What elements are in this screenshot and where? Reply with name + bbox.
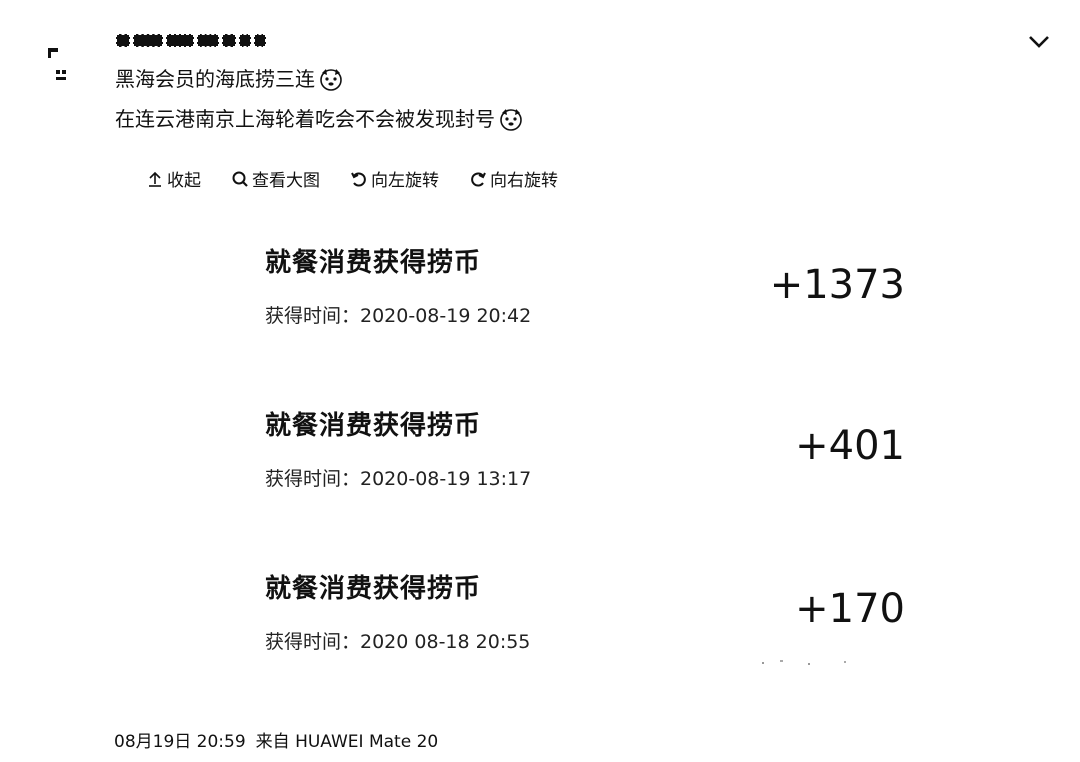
- image-toolbar: 收起 查看大图 向左旋转 向右旋转: [146, 166, 588, 191]
- collapse-button[interactable]: 收起: [146, 166, 201, 191]
- post-source: 来自 HUAWEI Mate 20: [255, 732, 439, 752]
- record-amount: +1373: [769, 262, 905, 308]
- post-text: 在连云港南京上海轮着吃会不会被发现封号: [115, 107, 495, 131]
- scan-noise: [762, 660, 846, 665]
- rotate-left-label: 向左旋转: [371, 171, 439, 191]
- points-record: 就餐消费获得捞币 获得时间：2020 08-18 20:55 +170: [265, 568, 915, 654]
- post-footer: 08月19日 20:59 来自 HUAWEI Mate 20: [114, 727, 438, 752]
- record-amount: +401: [795, 423, 905, 469]
- rotate-right-button[interactable]: 向右旋转: [469, 166, 558, 191]
- magnifier-icon: [232, 171, 248, 187]
- record-amount: +170: [795, 586, 905, 632]
- arrow-up-icon: [149, 171, 161, 187]
- rotate-left-icon: [351, 172, 366, 186]
- rotate-right-label: 向右旋转: [490, 171, 558, 191]
- post-timestamp[interactable]: 08月19日 20:59: [114, 727, 246, 752]
- doge-emoji-icon: [500, 109, 522, 131]
- post-text-line-1: 黑海会员的海底捞三连: [115, 66, 344, 92]
- username-redacted[interactable]: [116, 30, 276, 50]
- rotate-left-button[interactable]: 向左旋转: [350, 166, 439, 191]
- points-record: 就餐消费获得捞币 获得时间：2020-08-19 13:17 +401: [265, 405, 915, 491]
- view-large-label: 查看大图: [252, 171, 320, 191]
- post-text: 黑海会员的海底捞三连: [115, 67, 315, 91]
- view-large-button[interactable]: 查看大图: [231, 166, 320, 191]
- collapse-label: 收起: [167, 171, 201, 191]
- rotate-right-icon: [471, 172, 486, 186]
- points-record: 就餐消费获得捞币 获得时间：2020-08-19 20:42 +1373: [265, 242, 915, 328]
- doge-emoji-icon: [320, 69, 342, 91]
- avatar[interactable]: [46, 46, 72, 86]
- chevron-down-icon[interactable]: [1026, 28, 1052, 54]
- post-text-line-2: 在连云港南京上海轮着吃会不会被发现封号: [115, 106, 524, 132]
